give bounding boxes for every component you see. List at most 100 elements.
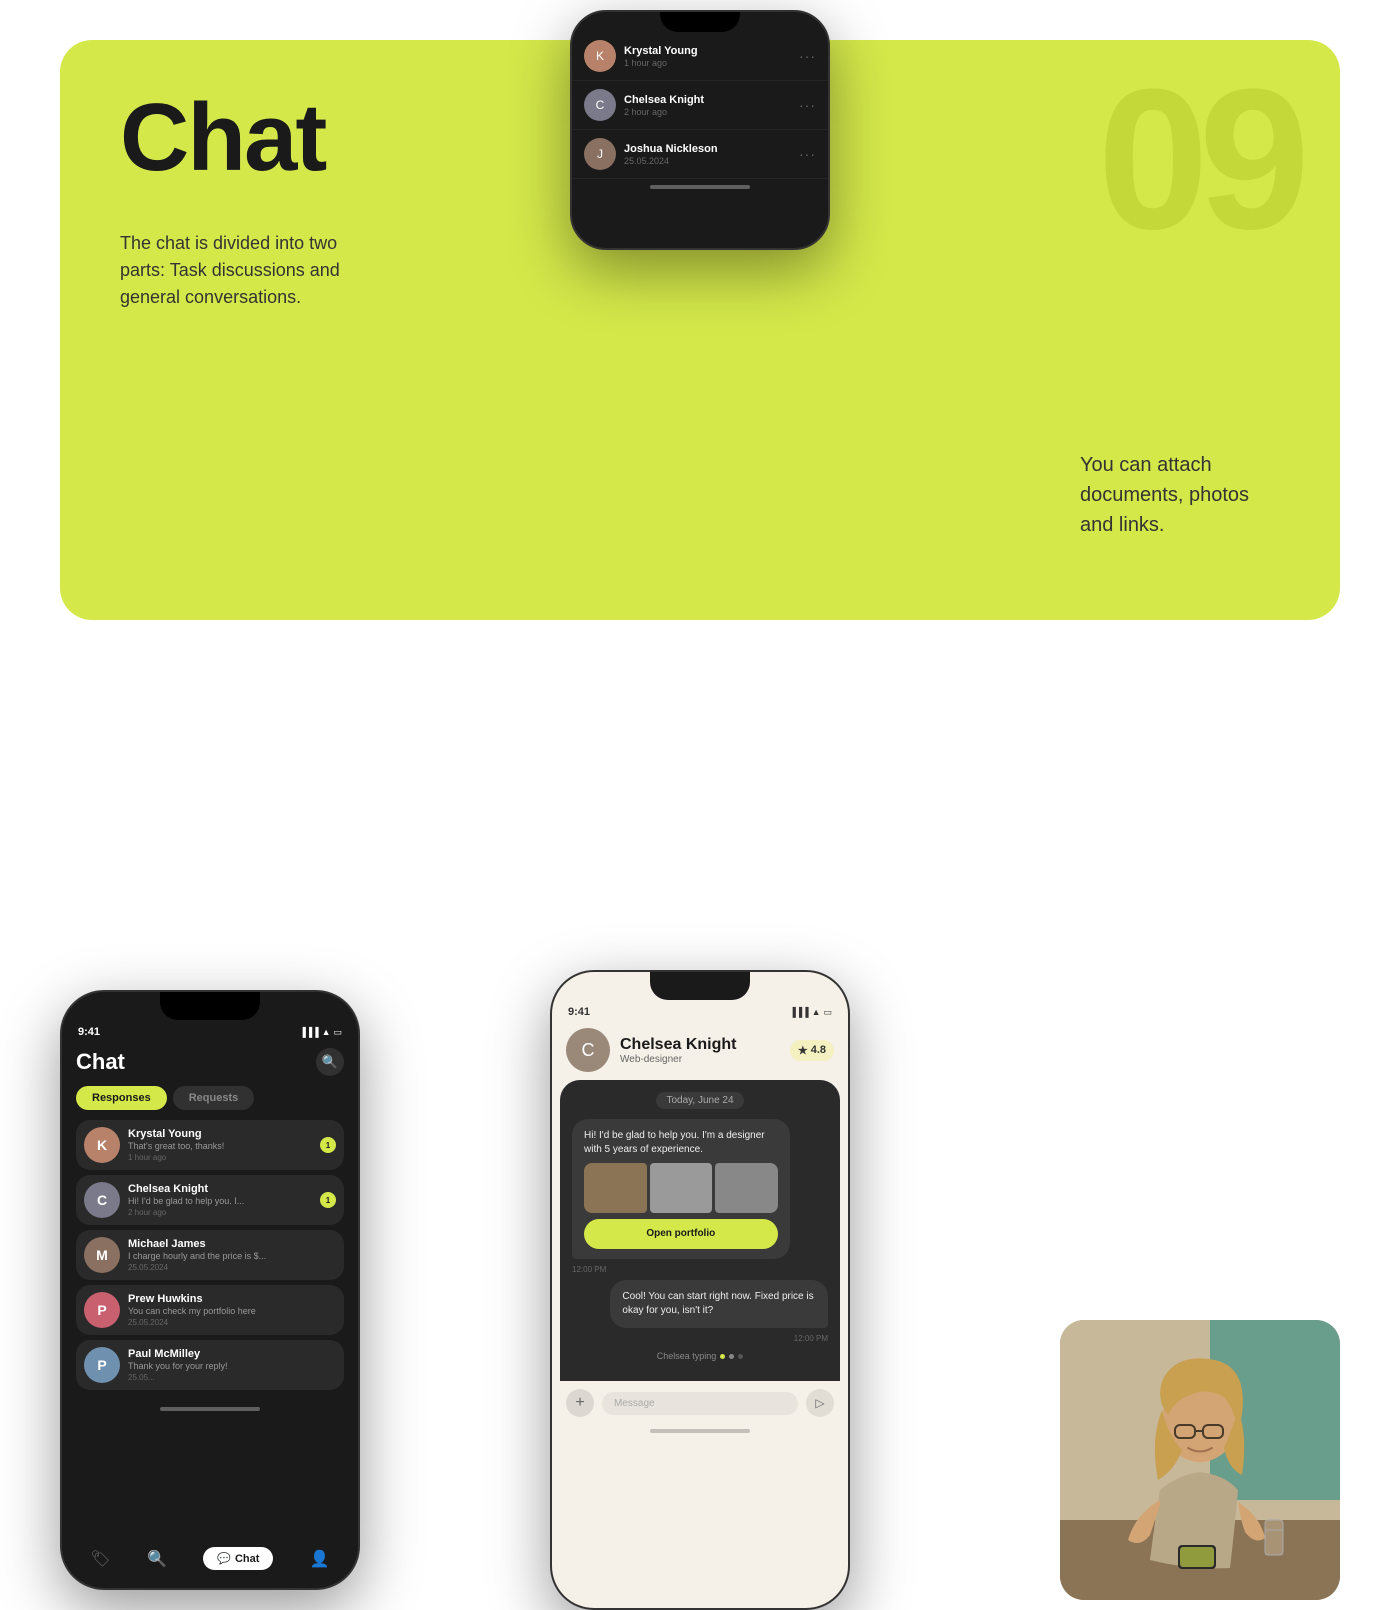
messages-area: Today, June 24 Hi! I'd be glad to help y… [560,1080,840,1381]
attach-description: You can attach documents, photos and lin… [1080,450,1280,540]
battery-icon: ▭ [823,1007,832,1018]
message-input-row: + Message ▷ [552,1381,848,1425]
chat-item-name: Krystal Young [128,1128,312,1140]
chat-item-4[interactable]: P Paul McMilley Thank you for your reply… [76,1340,344,1390]
chat-item-3[interactable]: P Prew Huwkins You can check my portfoli… [76,1285,344,1335]
page-wrapper: Chat The chat is divided into two parts:… [0,0,1400,1310]
rating-badge: ★ 4.8 [790,1040,834,1061]
message-bubble-sent: Cool! You can start right now. Fixed pri… [610,1280,828,1328]
notch-left [160,992,260,1020]
chat-item-0[interactable]: K Krystal Young That's great too, thanks… [76,1120,344,1170]
contact-name: Krystal Young [624,45,698,57]
avatar: M [84,1237,120,1273]
home-indicator [160,1407,260,1411]
chat-item-info: Michael James I charge hourly and the pr… [128,1238,336,1272]
chat-icon: 💬 [217,1552,231,1565]
chat-item-time: 1 hour ago [128,1153,312,1162]
contact-time: 1 hour ago [624,58,698,68]
contact-time: 2 hour ago [624,107,704,117]
signal-icon: ▐▐▐ [299,1027,318,1037]
avatar: C [584,89,616,121]
conv-role: Web-designer [620,1054,736,1065]
chat-screen-title: Chat [76,1049,125,1075]
message-time: 12:00 PM [572,1334,828,1343]
tab-row: Responses Requests [76,1086,344,1110]
conv-header: C Chelsea Knight Web-designer ★ 4.8 [552,1020,848,1080]
chat-item-msg: You can check my portfolio here [128,1306,336,1316]
woman-illustration [1060,1320,1340,1600]
send-button[interactable]: ▷ [806,1389,834,1417]
more-icon[interactable]: ··· [799,48,816,64]
conv-name: Chelsea Knight [620,1036,736,1054]
message-text: Cool! You can start right now. Fixed pri… [622,1291,813,1316]
chat-item-name: Michael James [128,1238,336,1250]
nav-search[interactable]: 🔍 [147,1549,167,1569]
section-number: 09 [1098,60,1300,260]
tab-responses[interactable]: Responses [76,1086,167,1110]
message-sent-0: Cool! You can start right now. Fixed pri… [572,1280,828,1343]
page-title: Chat [120,90,325,186]
avatar: C [84,1182,120,1218]
search-button[interactable]: 🔍 [316,1048,344,1076]
status-icons: ▐▐▐ ▲ ▭ [789,1007,832,1018]
status-time: 9:41 [78,1026,100,1038]
phone-conversation: 9:41 ▐▐▐ ▲ ▭ C Chelsea Knight Web-design… [550,970,850,1610]
contact-name: Chelsea Knight [624,94,704,106]
woman-photo [1060,1320,1340,1600]
chat-item-info: Chelsea Knight Hi! I'd be glad to help y… [128,1183,312,1217]
nav-chat[interactable]: 💬 Chat [203,1547,273,1570]
page-subtitle: The chat is divided into two parts: Task… [120,230,360,311]
chat-item-1[interactable]: C Chelsea Knight Hi! I'd be glad to help… [76,1175,344,1225]
tab-requests[interactable]: Requests [173,1086,255,1110]
rating-value: 4.8 [811,1044,826,1056]
nav-chat-label: Chat [235,1553,259,1565]
more-icon[interactable]: ··· [799,146,816,162]
portfolio-img-2 [650,1163,713,1213]
message-input[interactable]: Message [602,1392,798,1415]
chat-item-2[interactable]: M Michael James I charge hourly and the … [76,1230,344,1280]
chat-item-info: Paul McMilley Thank you for your reply! … [128,1348,336,1382]
mini-contact-3: J Joshua Nickleson 25.05.2024 ··· [572,130,828,179]
signal-icon: ▐▐▐ [789,1007,808,1017]
message-bubble: Hi! I'd be glad to help you. I'm a desig… [572,1119,790,1259]
chat-item-time: 25.05.2024 [128,1318,336,1327]
avatar: J [584,138,616,170]
chat-item-info: Krystal Young That's great too, thanks! … [128,1128,312,1162]
mini-contact-1: K Krystal Young 1 hour ago ··· [572,32,828,81]
home-indicator [650,185,750,189]
woman-photo-inner [1060,1320,1340,1600]
mini-contact-2: C Chelsea Knight 2 hour ago ··· [572,81,828,130]
chat-item-msg: That's great too, thanks! [128,1141,312,1151]
phone-chat-list: 9:41 ▐▐▐ ▲ ▭ Chat 🔍 Responses Requests [60,990,360,1590]
green-card: Chat The chat is divided into two parts:… [60,40,1340,620]
avatar: K [584,40,616,72]
notch-top [660,12,740,32]
bottom-area: 9:41 ▐▐▐ ▲ ▭ Chat 🔍 Responses Requests [0,710,1400,1310]
more-icon[interactable]: ··· [799,97,816,113]
portfolio-img-3 [715,1163,778,1213]
nav-home[interactable]: 🏷 [90,1549,110,1569]
status-time: 9:41 [568,1006,590,1018]
open-portfolio-button[interactable]: Open portfolio [584,1219,778,1249]
bottom-nav: 🏷 🔍 💬 Chat 👤 [62,1539,358,1578]
chat-item-name: Paul McMilley [128,1348,336,1360]
portfolio-img-1 [584,1163,647,1213]
chat-item-name: Chelsea Knight [128,1183,312,1195]
portfolio-images [584,1163,778,1213]
typing-indicator: Chelsea typing [572,1351,828,1361]
status-icons: ▐▐▐ ▲ ▭ [299,1027,342,1038]
notch-center [650,972,750,1000]
chat-item-time: 25.05.2024 [128,1263,336,1272]
home-indicator [650,1429,750,1433]
avatar: K [84,1127,120,1163]
date-label: Today, June 24 [656,1092,743,1109]
battery-icon: ▭ [333,1027,342,1038]
typing-dot-3 [738,1354,743,1359]
chat-item-info: Prew Huwkins You can check my portfolio … [128,1293,336,1327]
conv-avatar: C [566,1028,610,1072]
message-time: 12:00 PM [572,1265,828,1274]
typing-dot-2 [729,1354,734,1359]
conv-contact-info: Chelsea Knight Web-designer [620,1036,736,1065]
attach-button[interactable]: + [566,1389,594,1417]
nav-profile[interactable]: 👤 [310,1549,330,1569]
